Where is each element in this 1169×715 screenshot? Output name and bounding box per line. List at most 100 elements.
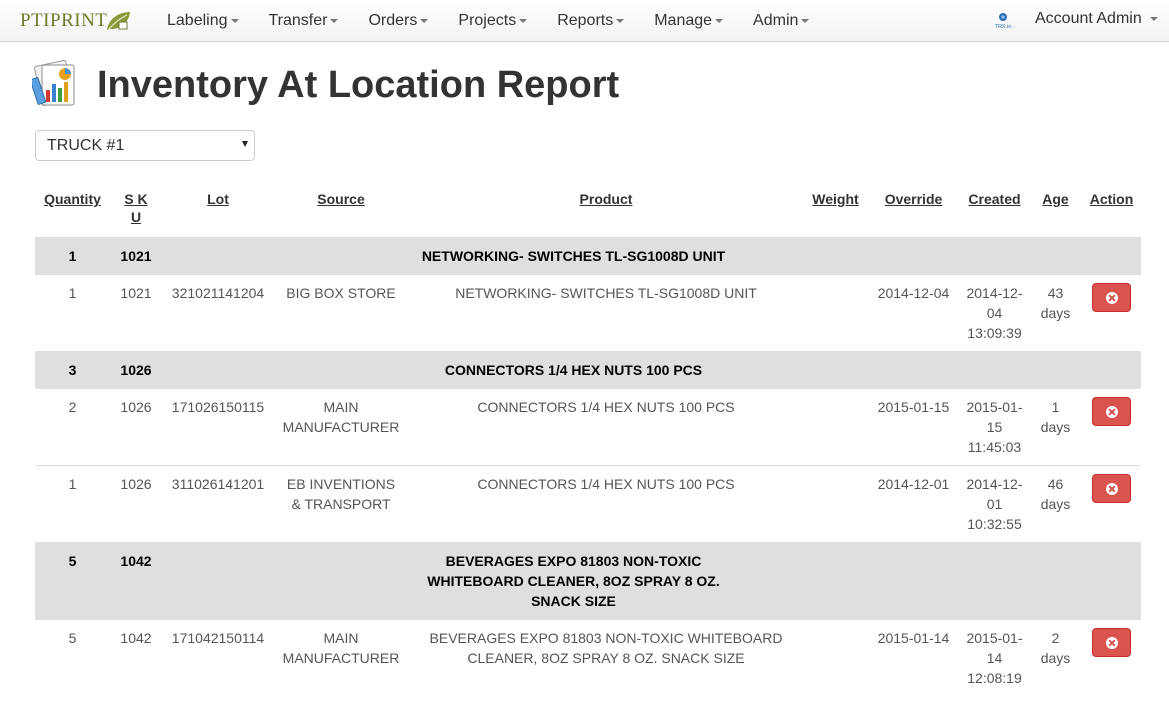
col-header-quantity[interactable]: Quantity	[35, 180, 110, 237]
nav-admin[interactable]: Admin	[738, 0, 824, 42]
caret-down-icon	[801, 19, 810, 23]
row-sku: 1026	[110, 465, 162, 542]
group-quantity: 1	[35, 237, 110, 275]
caret-down-icon	[330, 19, 339, 23]
table-row: 5 1042 171042150114 MAIN MANUFACTURER BEV…	[35, 620, 1141, 696]
nav-admin-label: Admin	[753, 12, 799, 29]
account-menu[interactable]: Account Admin	[1035, 0, 1158, 38]
row-age-line: days	[1040, 419, 1071, 435]
row-created-line: 14	[986, 650, 1003, 666]
row-age-line: 43	[1047, 285, 1064, 301]
remove-circle-icon	[1106, 406, 1118, 418]
row-age: 46 days	[1029, 465, 1082, 542]
col-header-weight[interactable]: Weight	[804, 180, 867, 237]
row-created-line: 15	[986, 419, 1003, 435]
row-override: 2015-01-14	[877, 630, 950, 646]
caret-down-icon	[616, 19, 625, 23]
col-header-age[interactable]: Age	[1029, 180, 1082, 237]
page-title: Inventory At Location Report	[97, 64, 620, 106]
group-product: NETWORKING- SWITCHES TL-SG1008D UNIT	[162, 237, 1141, 275]
row-product-line: CLEANER, 8OZ SPRAY 8 OZ. SNACK SIZE	[467, 650, 745, 666]
col-header-action[interactable]: Action	[1082, 180, 1141, 237]
row-lot: 171026150115	[171, 399, 265, 415]
location-select[interactable]: TRUCK #1	[35, 130, 255, 161]
row-created-line: 13:09:39	[967, 325, 1022, 341]
row-override: 2014-12-01	[867, 465, 960, 542]
row-source-line: MANUFACTURER	[282, 419, 400, 435]
row-source: EB INVENTIONS & TRANSPORT	[274, 465, 408, 542]
remove-circle-icon	[1106, 637, 1118, 649]
group-sku: 1042	[110, 542, 162, 620]
delete-button[interactable]	[1092, 397, 1131, 426]
nav-orders-label: Orders	[368, 12, 418, 29]
col-header-source[interactable]: Source	[274, 180, 408, 237]
nav-reports[interactable]: Reports	[542, 0, 639, 42]
report-chart-icon	[32, 60, 75, 107]
row-age-line: days	[1040, 650, 1071, 666]
group-sku: 1026	[110, 351, 162, 389]
row-product-line: CONNECTORS 1/4 HEX NUTS 100 PCS	[477, 399, 735, 415]
inventory-table: Quantity S KU Lot Source Product Weight …	[35, 180, 1141, 696]
row-source-line: EB INVENTIONS	[286, 476, 396, 492]
nav-transfer[interactable]: Transfer	[254, 0, 354, 42]
row-product: NETWORKING- SWITCHES TL-SG1008D UNIT	[408, 275, 804, 351]
row-source-line: MANUFACTURER	[282, 650, 400, 666]
table-row: 1 1021 321021141204 BIG BOX STORE NETWOR…	[35, 275, 1141, 351]
row-weight	[804, 465, 867, 542]
row-weight	[804, 620, 867, 696]
row-created: 2014-12- 01 10:32:55	[960, 465, 1029, 542]
row-age-line: days	[1040, 496, 1071, 512]
col-header-product[interactable]: Product	[408, 180, 804, 237]
row-created-line: 12:08:19	[967, 670, 1022, 686]
row-source: MAIN MANUFACTURER	[274, 620, 408, 696]
table-header-row: Quantity S KU Lot Source Product Weight …	[35, 180, 1141, 237]
row-source-line: MAIN	[323, 399, 359, 415]
table-row: 2 1026 171026150115 MAIN MANUFACTURER CON…	[35, 389, 1141, 466]
group-product: BEVERAGES EXPO 81803 NON-TOXIC WHITEBOAR…	[162, 542, 1141, 620]
col-header-override[interactable]: Override	[867, 180, 960, 237]
row-source: BIG BOX STORE	[274, 275, 408, 351]
row-created-line: 2014-12-	[966, 285, 1023, 301]
col-header-sku[interactable]: S K U	[110, 180, 162, 237]
nav-orders[interactable]: Orders	[353, 0, 443, 42]
col-header-sku-line2: U	[130, 209, 142, 225]
row-action	[1082, 275, 1141, 351]
col-header-sku-line1: S K	[124, 191, 148, 207]
col-header-created[interactable]: Created	[960, 180, 1029, 237]
col-header-lot[interactable]: Lot	[162, 180, 274, 237]
row-created-line: 2015-01-	[966, 630, 1023, 646]
trx-logo-icon[interactable]: TRX.io	[991, 10, 1015, 30]
row-created: 2015-01- 15 11:45:03	[960, 389, 1029, 466]
row-age-line: days	[1040, 305, 1071, 321]
row-source-line: BIG BOX STORE	[286, 285, 396, 301]
row-weight	[804, 275, 867, 351]
row-quantity: 1	[35, 465, 110, 542]
brand-name: PTIPRINT	[20, 10, 108, 31]
nav-reports-label: Reports	[557, 12, 614, 29]
group-product-line: SNACK SIZE	[531, 593, 616, 609]
row-sku: 1026	[120, 399, 152, 415]
table-row: 1 1026 311026141201 EB INVENTIONS & TRANS…	[35, 465, 1141, 542]
caret-down-icon	[715, 19, 724, 23]
row-age-line: 46	[1047, 476, 1064, 492]
delete-button[interactable]	[1092, 628, 1131, 657]
nav-projects[interactable]: Projects	[443, 0, 542, 42]
nav-labeling[interactable]: Labeling	[152, 0, 254, 42]
row-action	[1082, 620, 1141, 696]
delete-button[interactable]	[1092, 474, 1131, 503]
row-lot: 321021141204	[171, 285, 265, 301]
main-nav: Labeling Transfer Orders Projects Report…	[152, 0, 824, 42]
delete-button[interactable]	[1092, 283, 1131, 312]
row-source-line: & TRANSPORT	[291, 496, 391, 512]
brand-logo[interactable]: PTIPRINT	[20, 8, 131, 34]
row-created-line: 10:32:55	[967, 516, 1022, 532]
row-sku: 1021	[120, 285, 152, 301]
dropdown-arrow-icon	[242, 141, 248, 147]
row-action	[1082, 465, 1141, 542]
nav-manage[interactable]: Manage	[639, 0, 738, 42]
group-sku: 1021	[110, 237, 162, 275]
caret-down-icon	[519, 19, 528, 23]
group-product-line: BEVERAGES EXPO 81803 NON-TOXIC	[445, 553, 702, 569]
row-action	[1082, 389, 1141, 466]
row-weight	[804, 389, 867, 466]
